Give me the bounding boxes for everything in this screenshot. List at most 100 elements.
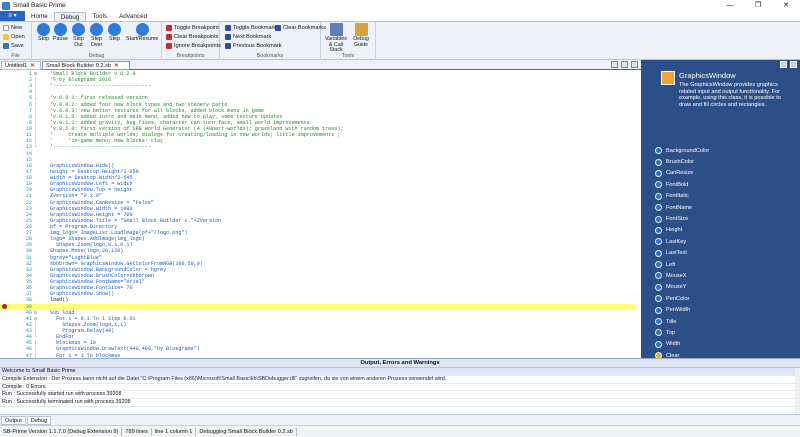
- tab-home[interactable]: Home: [25, 12, 54, 21]
- member-item[interactable]: BackgroundColor: [655, 145, 795, 156]
- toggle-breakpoint-button[interactable]: Toggle Breakpoint: [166, 24, 219, 32]
- editor-tab-tools: [611, 61, 638, 68]
- member-item[interactable]: Left: [655, 259, 795, 270]
- member-item[interactable]: Top: [655, 327, 795, 338]
- member-name: FontName: [666, 204, 693, 211]
- member-name: MouseY: [666, 284, 687, 291]
- doc-tab-untitled[interactable]: Untitled1 ✕: [1, 61, 41, 70]
- member-item[interactable]: MouseY: [655, 282, 795, 293]
- open-folder-icon: [3, 34, 9, 40]
- new-button[interactable]: New: [3, 24, 31, 32]
- panel-forward-icon[interactable]: [790, 61, 797, 68]
- tab-tools[interactable]: Tools: [86, 12, 113, 21]
- ignore-breakpoints-label: Ignore Breakpoints: [174, 43, 221, 49]
- code-editor[interactable]: 1 ⊟ 'Small Block Builder v.0.2.0 2 │ '© by Bl…: [0, 70, 641, 358]
- output-line[interactable]: Run : Successfully started run with proc…: [0, 391, 800, 400]
- doc-tab-small-block-builder[interactable]: Small Block Builder 0.2.sb ✕: [42, 61, 130, 70]
- clear-bookmarks-button[interactable]: Clear Bookmarks: [275, 24, 326, 32]
- tab-list-icon[interactable]: [611, 61, 618, 68]
- debug-guide-button[interactable]: Debug Guide: [351, 23, 371, 48]
- ignore-breakpoints-button[interactable]: Ignore Breakpoints: [166, 42, 221, 50]
- maximize-button[interactable]: ❐: [744, 0, 772, 11]
- member-item[interactable]: CanResize: [655, 168, 795, 179]
- close-button[interactable]: ✕: [772, 0, 800, 11]
- stop-icon: [37, 23, 50, 36]
- split-view-icon[interactable]: [621, 61, 628, 68]
- output-line[interactable]: Compile Extension : Der Prozess kann nic…: [0, 376, 800, 384]
- member-item[interactable]: FontItalic: [655, 191, 795, 202]
- breakpoints-group: Toggle Breakpoint Clear Breakpoints Igno…: [162, 22, 221, 60]
- object-description: The GraphicsWindow provides graphics rel…: [679, 82, 781, 108]
- next-bookmark-button[interactable]: Next Bookmark: [225, 33, 282, 41]
- file-menu-button[interactable]: ≡ ▾: [0, 11, 25, 21]
- start-resume-button[interactable]: Start/Resume: [126, 23, 158, 43]
- property-icon: [655, 261, 662, 269]
- variables-call-stack-button[interactable]: Variables & Call Stack: [325, 23, 347, 54]
- member-item[interactable]: LastText: [655, 248, 795, 259]
- member-name: PenColor: [666, 295, 690, 302]
- debug-guide-label: Debug Guide: [353, 36, 369, 48]
- output-line[interactable]: Compile : 0 Errors: [0, 384, 800, 392]
- step-over-button[interactable]: Step Over: [88, 23, 105, 48]
- toggle-bookmark-button[interactable]: Toggle Bookmark: [225, 24, 282, 32]
- member-name: FontBold: [666, 181, 689, 188]
- tab-debug[interactable]: Debug: [53, 12, 87, 21]
- stop-button[interactable]: Stop: [35, 23, 52, 43]
- member-item[interactable]: Width: [655, 339, 795, 350]
- member-item[interactable]: Height: [655, 225, 795, 236]
- pin-icon[interactable]: [631, 61, 638, 68]
- output-line[interactable]: Run : Successfully terminated run with p…: [0, 399, 800, 407]
- pause-icon: [54, 23, 67, 36]
- new-file-icon: [3, 25, 9, 31]
- member-name: CanResize: [666, 170, 694, 177]
- minimize-button[interactable]: —: [716, 0, 744, 11]
- member-item[interactable]: PenWidth: [655, 304, 795, 315]
- member-name: Title: [666, 318, 677, 325]
- member-item[interactable]: FontSize: [655, 213, 795, 224]
- member-item[interactable]: Title: [655, 316, 795, 327]
- close-tab-icon[interactable]: ✕: [114, 63, 119, 69]
- pause-button[interactable]: Pause: [52, 23, 69, 43]
- doc-tab-untitled-label: Untitled1: [5, 63, 28, 69]
- close-tab-icon[interactable]: ✕: [30, 63, 35, 69]
- member-name: Height: [666, 227, 683, 234]
- open-button-label: Open: [11, 34, 25, 40]
- member-name: LastKey: [666, 238, 687, 245]
- member-item[interactable]: LastKey: [655, 236, 795, 247]
- output-line[interactable]: Welcome to Small Basic Prime: [0, 368, 800, 376]
- status-debug-state: Debugging Small Block Builder 0.2.sb: [196, 427, 297, 436]
- member-item[interactable]: FontBold: [655, 179, 795, 190]
- previous-bookmark-label: Previous Bookmark: [233, 43, 282, 49]
- property-icon: [655, 226, 662, 234]
- tools-group: Variables & Call Stack Debug Guide Tools: [321, 22, 376, 60]
- member-item[interactable]: PenColor: [655, 293, 795, 304]
- tab-advanced[interactable]: Advanced: [113, 12, 153, 21]
- property-icon: [655, 340, 662, 348]
- previous-bookmark-button[interactable]: Previous Bookmark: [225, 42, 282, 50]
- status-cursor-position: line 1 column 1: [152, 427, 197, 436]
- member-item[interactable]: FontName: [655, 202, 795, 213]
- graphicswindow-icon: [661, 71, 675, 85]
- member-name: MouseX: [666, 272, 687, 279]
- tab-debug-output[interactable]: Debug: [26, 415, 52, 425]
- output-scrollbar[interactable]: [795, 368, 800, 415]
- tab-output[interactable]: Output: [1, 415, 26, 425]
- breakpoint-icon[interactable]: [2, 304, 7, 310]
- member-item[interactable]: MouseX: [655, 270, 795, 281]
- variables-icon: [329, 23, 343, 36]
- toggle-bookmark-label: Toggle Bookmark: [233, 25, 277, 31]
- save-button[interactable]: Save: [3, 42, 31, 50]
- member-name: BrushColor: [666, 159, 694, 166]
- file-group-label: File: [11, 53, 20, 59]
- property-icon: [655, 204, 662, 212]
- property-icon: [655, 306, 662, 314]
- clear-breakpoints-button[interactable]: Clear Breakpoints: [166, 33, 219, 41]
- variables-label: Variables & Call Stack: [325, 36, 347, 54]
- open-button[interactable]: Open: [3, 33, 31, 41]
- step-out-button[interactable]: Step Out: [70, 23, 87, 48]
- next-bookmark-label: Next Bookmark: [233, 34, 272, 40]
- step-button[interactable]: Step: [106, 23, 123, 43]
- property-icon: [655, 272, 662, 280]
- debug-group: Stop Pause Step Out Step Over Step Start…: [32, 22, 162, 60]
- member-item[interactable]: BrushColor: [655, 156, 795, 167]
